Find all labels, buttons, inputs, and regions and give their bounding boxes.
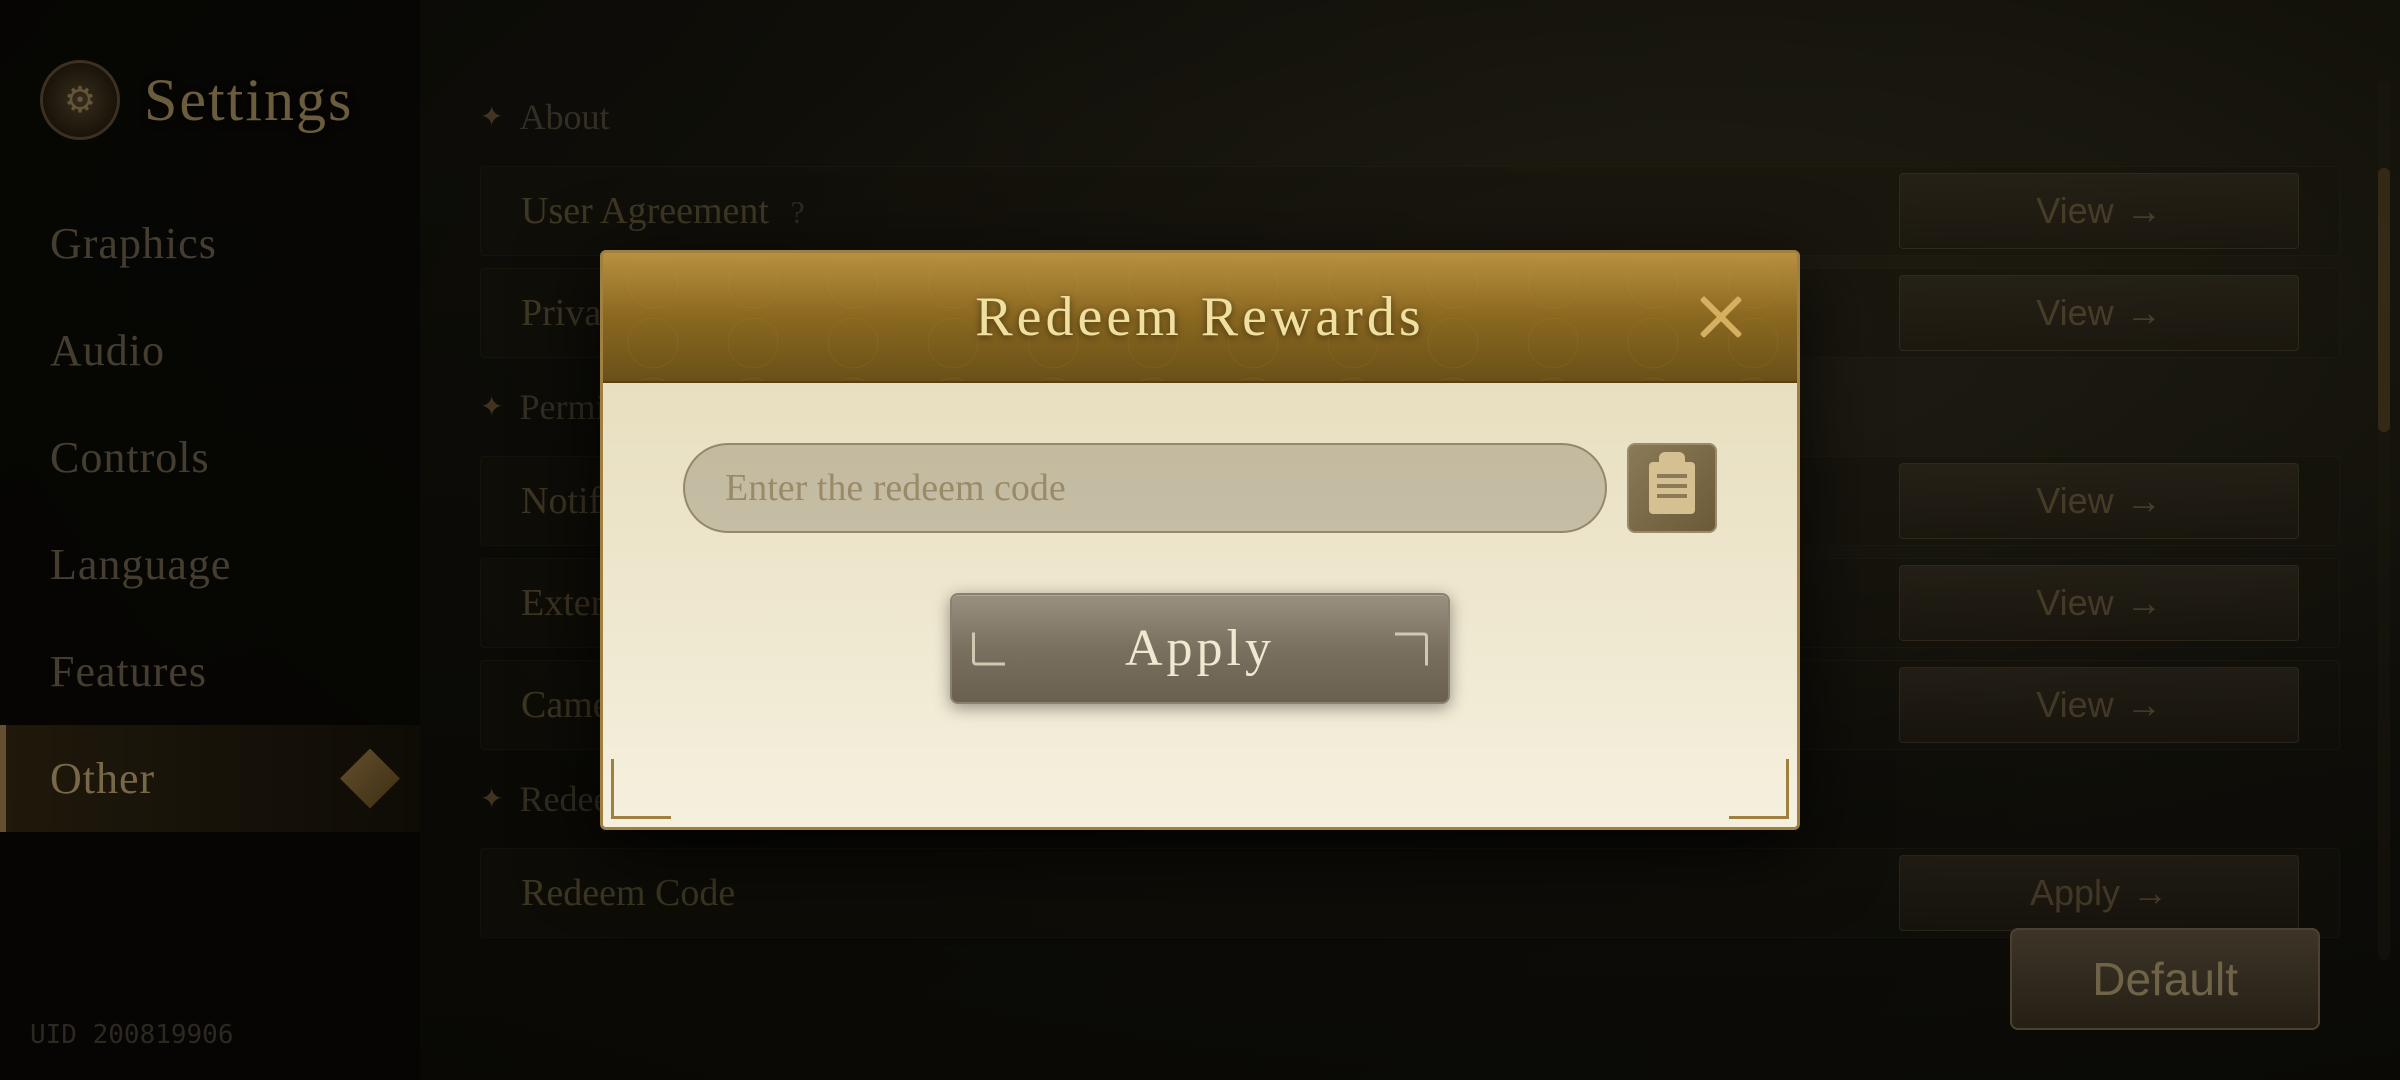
paste-button[interactable] <box>1627 443 1717 533</box>
paste-icon <box>1649 462 1695 514</box>
modal-title: Redeem Rewards <box>975 285 1424 349</box>
modal-close-button[interactable] <box>1685 281 1757 353</box>
modal-apply-button[interactable]: Apply <box>950 593 1450 704</box>
redeem-modal: Redeem Rewards Apply <box>600 250 1800 830</box>
redeem-code-input[interactable] <box>683 443 1607 533</box>
code-input-row <box>683 443 1717 533</box>
close-x-icon <box>1691 287 1751 347</box>
modal-overlay: Redeem Rewards Apply <box>0 0 2400 1080</box>
modal-header: Redeem Rewards <box>603 253 1797 383</box>
modal-body: Apply <box>603 383 1797 827</box>
